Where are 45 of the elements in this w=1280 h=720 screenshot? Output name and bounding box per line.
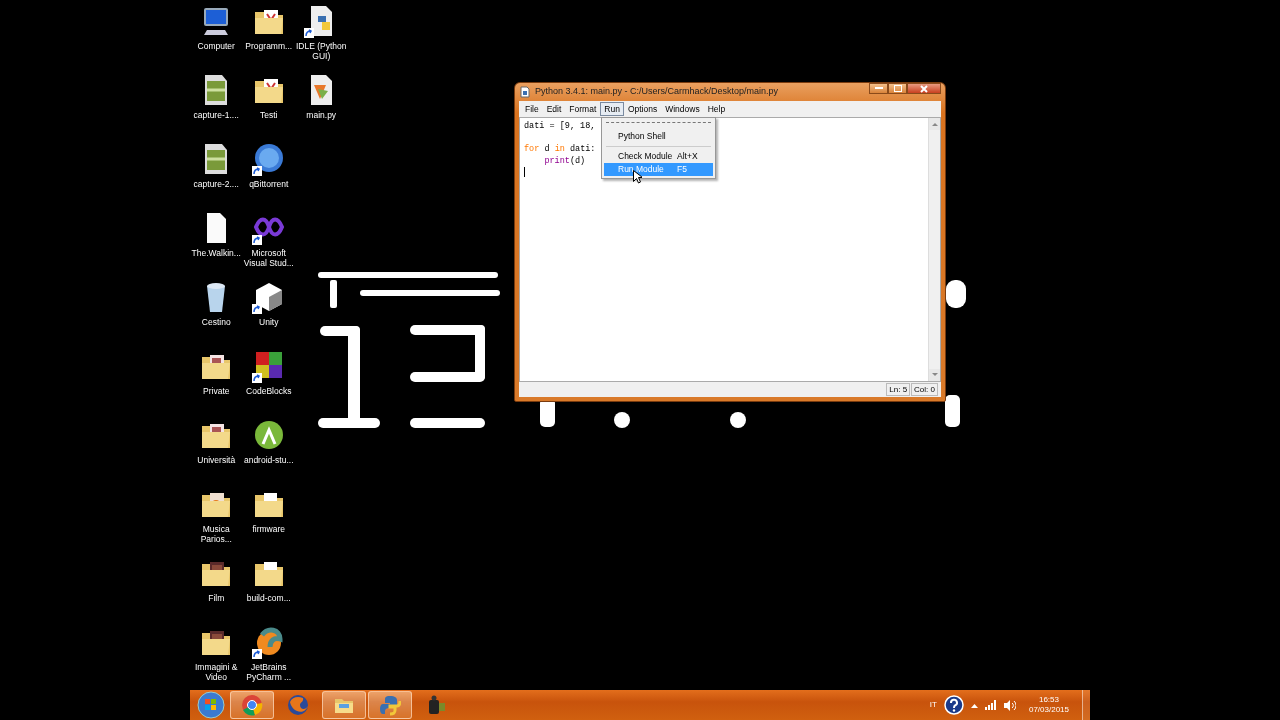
scroll-down-icon[interactable] xyxy=(931,373,938,377)
menu-item[interactable]: Format xyxy=(565,102,601,116)
start-button[interactable] xyxy=(194,691,228,719)
code-line: dati = [9, 18, xyxy=(524,121,596,131)
language-indicator[interactable]: IT xyxy=(929,699,937,711)
column-indicator: Col: 0 xyxy=(911,383,938,396)
menu-item[interactable]: File xyxy=(521,102,543,116)
signal-icon[interactable] xyxy=(984,700,997,710)
minimize-button[interactable] xyxy=(869,83,888,94)
scrollbar[interactable] xyxy=(928,118,940,381)
file-icon xyxy=(519,86,531,98)
close-button[interactable] xyxy=(907,83,941,94)
code-line: for d in dati: xyxy=(524,144,596,154)
line-indicator: Ln: 5 xyxy=(886,383,911,396)
browser-icon xyxy=(241,694,263,716)
clock-date: 07/03/2015 xyxy=(1028,705,1069,715)
snake-logo-icon xyxy=(379,694,401,716)
volume-icon[interactable] xyxy=(1003,699,1016,711)
taskbar-button[interactable] xyxy=(368,691,412,719)
show-hidden-icons-icon[interactable] xyxy=(970,702,978,708)
window-title: Python 3.4.1: main.py - C:/Users/Carmhack/Desktop/main.py xyxy=(535,85,779,99)
minimize-icon xyxy=(874,87,883,90)
help-icon[interactable] xyxy=(943,695,964,715)
clock-time: 16:53 xyxy=(1038,695,1059,705)
windows-logo-icon xyxy=(197,691,225,719)
maximize-button[interactable] xyxy=(888,83,907,94)
scroll-up-icon[interactable] xyxy=(931,122,938,126)
menu-item[interactable]: Options xyxy=(623,102,662,116)
menu-item[interactable]: Run xyxy=(600,102,624,116)
fox-browser-icon xyxy=(287,694,309,716)
menu-option[interactable]: Check Module Alt+X xyxy=(604,150,713,163)
code-line: print(d) xyxy=(544,155,586,166)
tearoff-line[interactable] xyxy=(606,122,711,126)
menu-item[interactable]: Help xyxy=(703,102,730,116)
taskbar-button[interactable] xyxy=(322,691,366,719)
show-desktop-button[interactable] xyxy=(1082,690,1090,720)
mouse-pointer-icon xyxy=(633,170,642,184)
menu-item[interactable]: Edit xyxy=(542,102,566,116)
clock[interactable]: 16:53 07/03/2015 xyxy=(1028,695,1069,715)
text-cursor xyxy=(524,167,525,177)
close-icon xyxy=(920,84,928,93)
menu-option[interactable]: Python Shell xyxy=(604,130,713,143)
menu-item[interactable]: Windows xyxy=(661,102,704,116)
taskbar-button[interactable] xyxy=(230,691,274,719)
maximize-icon xyxy=(893,85,902,92)
